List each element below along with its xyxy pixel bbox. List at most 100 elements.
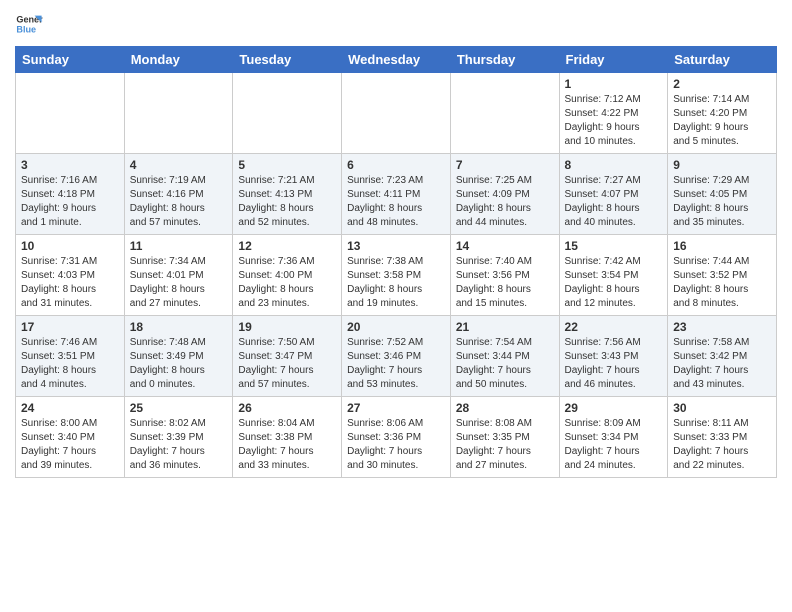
- day-info: Sunrise: 7:50 AM Sunset: 3:47 PM Dayligh…: [238, 336, 336, 392]
- header: General Blue: [15, 10, 777, 38]
- day-number: 8: [565, 158, 663, 172]
- calendar-week-row: 10 Sunrise: 7:31 AM Sunset: 4:03 PM Dayli…: [16, 235, 777, 316]
- day-number: 6: [347, 158, 445, 172]
- day-number: 2: [673, 77, 771, 91]
- day-number: 22: [565, 320, 663, 334]
- day-info: Sunrise: 8:06 AM Sunset: 3:36 PM Dayligh…: [347, 417, 445, 473]
- calendar-week-row: 24 Sunrise: 8:00 AM Sunset: 3:40 PM Dayli…: [16, 397, 777, 478]
- day-info: Sunrise: 7:25 AM Sunset: 4:09 PM Dayligh…: [456, 174, 554, 230]
- day-number: 25: [130, 401, 228, 415]
- calendar-cell: 9 Sunrise: 7:29 AM Sunset: 4:05 PM Daylig…: [668, 154, 777, 235]
- day-info: Sunrise: 7:52 AM Sunset: 3:46 PM Dayligh…: [347, 336, 445, 392]
- day-info: Sunrise: 7:29 AM Sunset: 4:05 PM Dayligh…: [673, 174, 771, 230]
- day-number: 13: [347, 239, 445, 253]
- calendar-cell: 17 Sunrise: 7:46 AM Sunset: 3:51 PM Dayli…: [16, 316, 125, 397]
- calendar-cell: 13 Sunrise: 7:38 AM Sunset: 3:58 PM Dayli…: [342, 235, 451, 316]
- calendar-cell: 24 Sunrise: 8:00 AM Sunset: 3:40 PM Dayli…: [16, 397, 125, 478]
- weekday-header: Monday: [124, 47, 233, 73]
- logo-icon: General Blue: [15, 10, 43, 38]
- day-info: Sunrise: 7:38 AM Sunset: 3:58 PM Dayligh…: [347, 255, 445, 311]
- day-number: 19: [238, 320, 336, 334]
- day-number: 30: [673, 401, 771, 415]
- day-number: 24: [21, 401, 119, 415]
- calendar-cell: 11 Sunrise: 7:34 AM Sunset: 4:01 PM Dayli…: [124, 235, 233, 316]
- calendar-cell: [450, 73, 559, 154]
- calendar-cell: [16, 73, 125, 154]
- day-number: 4: [130, 158, 228, 172]
- day-number: 26: [238, 401, 336, 415]
- day-number: 17: [21, 320, 119, 334]
- calendar-cell: 3 Sunrise: 7:16 AM Sunset: 4:18 PM Daylig…: [16, 154, 125, 235]
- calendar-cell: 4 Sunrise: 7:19 AM Sunset: 4:16 PM Daylig…: [124, 154, 233, 235]
- calendar-week-row: 3 Sunrise: 7:16 AM Sunset: 4:18 PM Daylig…: [16, 154, 777, 235]
- day-number: 10: [21, 239, 119, 253]
- day-number: 20: [347, 320, 445, 334]
- weekday-header: Thursday: [450, 47, 559, 73]
- day-number: 21: [456, 320, 554, 334]
- calendar-cell: 12 Sunrise: 7:36 AM Sunset: 4:00 PM Dayli…: [233, 235, 342, 316]
- day-number: 7: [456, 158, 554, 172]
- calendar-table: SundayMondayTuesdayWednesdayThursdayFrid…: [15, 46, 777, 478]
- calendar-cell: 21 Sunrise: 7:54 AM Sunset: 3:44 PM Dayli…: [450, 316, 559, 397]
- weekday-header: Wednesday: [342, 47, 451, 73]
- calendar-header-row: SundayMondayTuesdayWednesdayThursdayFrid…: [16, 47, 777, 73]
- day-info: Sunrise: 8:08 AM Sunset: 3:35 PM Dayligh…: [456, 417, 554, 473]
- calendar-cell: 20 Sunrise: 7:52 AM Sunset: 3:46 PM Dayli…: [342, 316, 451, 397]
- day-info: Sunrise: 7:21 AM Sunset: 4:13 PM Dayligh…: [238, 174, 336, 230]
- day-info: Sunrise: 7:40 AM Sunset: 3:56 PM Dayligh…: [456, 255, 554, 311]
- day-info: Sunrise: 7:46 AM Sunset: 3:51 PM Dayligh…: [21, 336, 119, 392]
- day-info: Sunrise: 7:36 AM Sunset: 4:00 PM Dayligh…: [238, 255, 336, 311]
- day-info: Sunrise: 7:23 AM Sunset: 4:11 PM Dayligh…: [347, 174, 445, 230]
- day-number: 15: [565, 239, 663, 253]
- weekday-header: Tuesday: [233, 47, 342, 73]
- calendar-cell: 5 Sunrise: 7:21 AM Sunset: 4:13 PM Daylig…: [233, 154, 342, 235]
- day-info: Sunrise: 7:54 AM Sunset: 3:44 PM Dayligh…: [456, 336, 554, 392]
- day-info: Sunrise: 8:09 AM Sunset: 3:34 PM Dayligh…: [565, 417, 663, 473]
- day-info: Sunrise: 7:31 AM Sunset: 4:03 PM Dayligh…: [21, 255, 119, 311]
- calendar-cell: 8 Sunrise: 7:27 AM Sunset: 4:07 PM Daylig…: [559, 154, 668, 235]
- svg-text:Blue: Blue: [16, 24, 36, 34]
- calendar-cell: [342, 73, 451, 154]
- day-number: 23: [673, 320, 771, 334]
- calendar-cell: 7 Sunrise: 7:25 AM Sunset: 4:09 PM Daylig…: [450, 154, 559, 235]
- calendar-cell: 18Sunrise: 7:48 AM Sunset: 3:49 PM Dayli…: [124, 316, 233, 397]
- calendar-cell: 2 Sunrise: 7:14 AM Sunset: 4:20 PM Daylig…: [668, 73, 777, 154]
- day-info: Sunrise: 7:16 AM Sunset: 4:18 PM Dayligh…: [21, 174, 119, 230]
- calendar-cell: 25Sunrise: 8:02 AM Sunset: 3:39 PM Dayli…: [124, 397, 233, 478]
- day-info: Sunrise: 7:56 AM Sunset: 3:43 PM Dayligh…: [565, 336, 663, 392]
- day-info: Sunrise: 7:14 AM Sunset: 4:20 PM Dayligh…: [673, 93, 771, 149]
- day-info: Sunrise: 7:27 AM Sunset: 4:07 PM Dayligh…: [565, 174, 663, 230]
- calendar-cell: 23Sunrise: 7:58 AM Sunset: 3:42 PM Dayli…: [668, 316, 777, 397]
- day-info: Sunrise: 7:12 AM Sunset: 4:22 PM Dayligh…: [565, 93, 663, 149]
- day-info: Sunrise: 8:00 AM Sunset: 3:40 PM Dayligh…: [21, 417, 119, 473]
- day-number: 12: [238, 239, 336, 253]
- calendar-week-row: 1 Sunrise: 7:12 AM Sunset: 4:22 PM Daylig…: [16, 73, 777, 154]
- calendar-cell: 6 Sunrise: 7:23 AM Sunset: 4:11 PM Daylig…: [342, 154, 451, 235]
- day-number: 1: [565, 77, 663, 91]
- calendar-cell: 29Sunrise: 8:09 AM Sunset: 3:34 PM Dayli…: [559, 397, 668, 478]
- day-number: 9: [673, 158, 771, 172]
- day-info: Sunrise: 7:19 AM Sunset: 4:16 PM Dayligh…: [130, 174, 228, 230]
- day-number: 16: [673, 239, 771, 253]
- calendar-week-row: 17 Sunrise: 7:46 AM Sunset: 3:51 PM Dayli…: [16, 316, 777, 397]
- calendar-cell: 28 Sunrise: 8:08 AM Sunset: 3:35 PM Dayli…: [450, 397, 559, 478]
- day-number: 28: [456, 401, 554, 415]
- day-number: 18: [130, 320, 228, 334]
- weekday-header: Saturday: [668, 47, 777, 73]
- calendar-cell: 14Sunrise: 7:40 AM Sunset: 3:56 PM Dayli…: [450, 235, 559, 316]
- day-number: 11: [130, 239, 228, 253]
- calendar-cell: 26 Sunrise: 8:04 AM Sunset: 3:38 PM Dayli…: [233, 397, 342, 478]
- calendar-cell: 10 Sunrise: 7:31 AM Sunset: 4:03 PM Dayli…: [16, 235, 125, 316]
- calendar-cell: 19 Sunrise: 7:50 AM Sunset: 3:47 PM Dayli…: [233, 316, 342, 397]
- day-info: Sunrise: 7:34 AM Sunset: 4:01 PM Dayligh…: [130, 255, 228, 311]
- day-info: Sunrise: 8:04 AM Sunset: 3:38 PM Dayligh…: [238, 417, 336, 473]
- calendar-cell: 15Sunrise: 7:42 AM Sunset: 3:54 PM Dayli…: [559, 235, 668, 316]
- day-number: 3: [21, 158, 119, 172]
- calendar-cell: 30Sunrise: 8:11 AM Sunset: 3:33 PM Dayli…: [668, 397, 777, 478]
- page-container: General Blue SundayMondayTuesdayWednesda…: [0, 0, 792, 488]
- day-number: 27: [347, 401, 445, 415]
- calendar-cell: [233, 73, 342, 154]
- calendar-cell: [124, 73, 233, 154]
- day-number: 5: [238, 158, 336, 172]
- calendar-cell: 27 Sunrise: 8:06 AM Sunset: 3:36 PM Dayli…: [342, 397, 451, 478]
